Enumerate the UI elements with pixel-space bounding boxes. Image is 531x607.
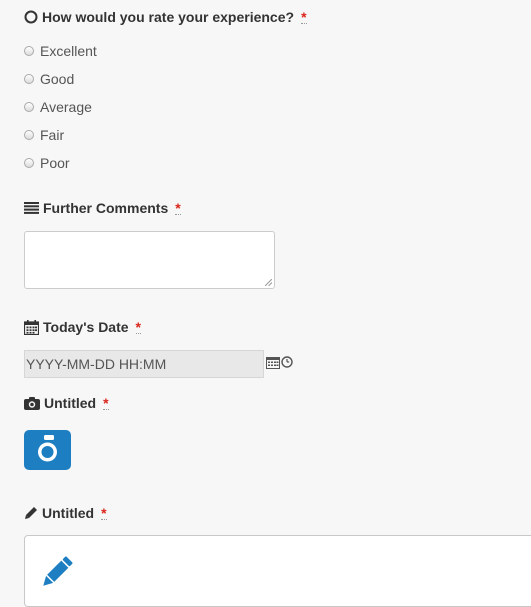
signature-label-text: Untitled <box>42 505 95 521</box>
rating-option-poor[interactable]: Poor <box>24 155 70 171</box>
rating-option-good[interactable]: Good <box>24 71 74 87</box>
date-placeholder: YYYY-MM-DD HH:MM <box>26 356 167 372</box>
rating-option-average[interactable]: Average <box>24 99 92 115</box>
option-label: Fair <box>40 127 65 143</box>
list-lines-icon <box>24 202 39 214</box>
resize-handle-icon[interactable] <box>265 279 272 286</box>
date-picker-triggers[interactable] <box>266 356 293 369</box>
camera-icon <box>24 396 40 410</box>
date-input[interactable]: YYYY-MM-DD HH:MM <box>24 350 264 378</box>
pencil-icon <box>25 507 37 519</box>
camera-icon <box>38 435 57 462</box>
required-marker: * <box>175 199 181 216</box>
rating-question-text: How would you rate your experience? <box>42 9 295 25</box>
take-photo-button[interactable] <box>24 430 71 470</box>
option-label: Average <box>40 99 92 115</box>
signature-label: Untitled * <box>24 505 107 521</box>
rating-question-label: How would you rate your experience? * <box>24 9 307 25</box>
clock-icon[interactable] <box>281 356 293 368</box>
option-label: Excellent <box>40 43 97 59</box>
pencil-icon <box>43 556 73 586</box>
required-marker: * <box>101 504 107 521</box>
radio-button[interactable] <box>24 158 34 168</box>
date-label: Today's Date * <box>24 319 141 335</box>
calendar-icon <box>24 319 39 335</box>
comments-label: Further Comments * <box>24 200 181 216</box>
radio-circle-icon <box>24 10 38 24</box>
option-label: Poor <box>40 155 70 171</box>
comments-label-text: Further Comments <box>43 200 169 216</box>
calendar-picker-icon[interactable] <box>266 356 280 369</box>
radio-button[interactable] <box>24 102 34 112</box>
date-label-text: Today's Date <box>43 319 129 335</box>
required-marker: * <box>301 8 307 25</box>
rating-option-excellent[interactable]: Excellent <box>24 43 97 59</box>
option-label: Good <box>40 71 75 87</box>
required-marker: * <box>135 318 141 335</box>
radio-button[interactable] <box>24 46 34 56</box>
radio-button[interactable] <box>24 130 34 140</box>
required-marker: * <box>103 394 109 411</box>
signature-pad[interactable] <box>24 535 531 607</box>
photo-label-text: Untitled <box>44 395 97 411</box>
photo-label: Untitled * <box>24 395 109 411</box>
comments-textarea[interactable] <box>24 231 275 289</box>
rating-option-fair[interactable]: Fair <box>24 127 64 143</box>
radio-button[interactable] <box>24 74 34 84</box>
